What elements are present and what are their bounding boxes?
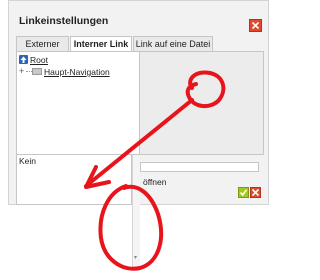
close-icon bbox=[251, 188, 260, 197]
tab-file-link[interactable]: Link auf eine Datei bbox=[133, 36, 213, 51]
plus-icon[interactable]: + bbox=[19, 67, 24, 76]
folder-icon bbox=[32, 68, 42, 75]
tab-internal-link[interactable]: Interner Link bbox=[70, 36, 132, 52]
checkmark-icon bbox=[239, 189, 248, 197]
preview-panel bbox=[140, 51, 264, 155]
tab-external-link[interactable]: Externer Link bbox=[16, 36, 69, 64]
close-icon bbox=[251, 21, 260, 30]
page-tree-panel: Root + Haupt-Navigation bbox=[16, 51, 140, 155]
selected-link-box: Kein bbox=[16, 155, 132, 205]
vertical-scrollbar[interactable]: ▾ bbox=[132, 155, 140, 267]
scroll-down-icon[interactable]: ▾ bbox=[134, 254, 137, 261]
dialog-title: Linkeinstellungen bbox=[19, 15, 109, 27]
open-label: öffnen bbox=[143, 177, 167, 187]
tree-item-haupt-navigation[interactable]: + Haupt-Navigation bbox=[19, 67, 110, 78]
tree-item-root-label[interactable]: Root bbox=[30, 55, 48, 65]
root-icon bbox=[19, 55, 28, 64]
selected-link-label: Kein bbox=[19, 156, 37, 166]
cancel-button[interactable] bbox=[250, 187, 261, 198]
link-input[interactable] bbox=[140, 162, 259, 172]
tree-item-haupt-navigation-label[interactable]: Haupt-Navigation bbox=[44, 67, 110, 77]
tree-item-root[interactable]: Root bbox=[19, 55, 48, 65]
dialog-close-button[interactable] bbox=[249, 19, 262, 32]
ok-button[interactable] bbox=[238, 187, 249, 198]
